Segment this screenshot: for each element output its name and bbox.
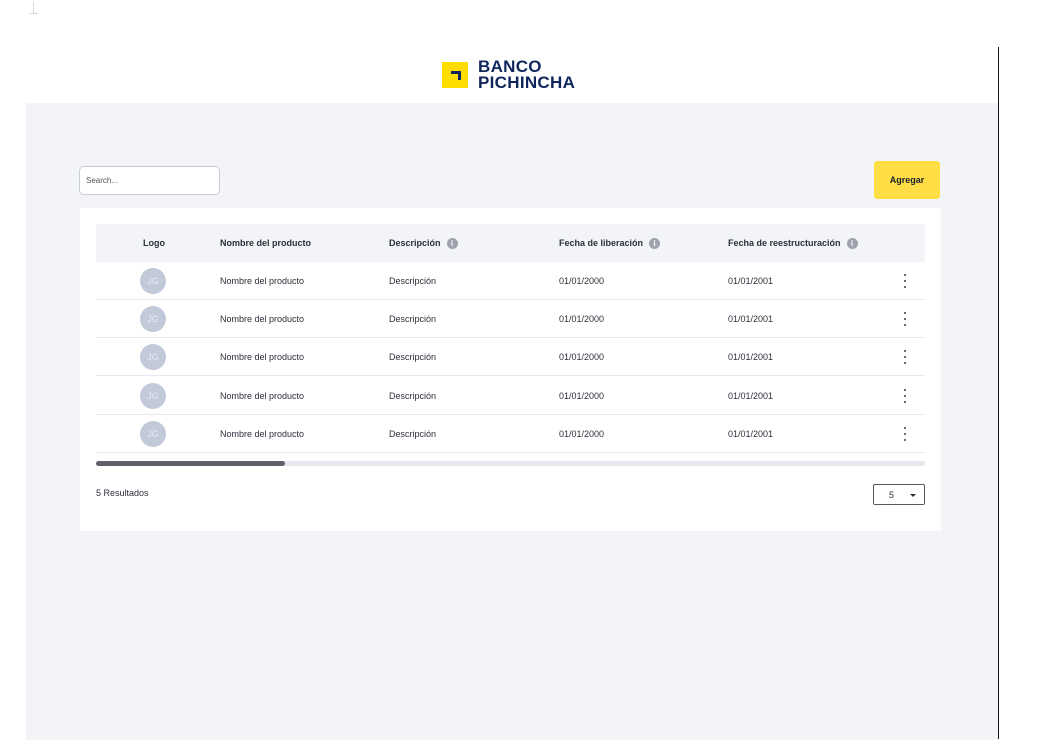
release-date-cell: 01/01/2000 (559, 391, 605, 401)
product-name-cell: Nombre del producto (220, 314, 305, 324)
release-date-cell: 01/01/2000 (559, 352, 605, 362)
restructure-date-cell: 01/01/2001 (728, 391, 774, 401)
add-product-button[interactable]: Agregar (874, 161, 940, 199)
avatar: JG (140, 383, 166, 409)
page-size-value: 5 (889, 490, 895, 500)
banco-pichincha-logo-icon (442, 62, 468, 88)
description-cell: Descripción (389, 352, 437, 362)
page-right-border (998, 47, 999, 739)
more-options-icon[interactable] (902, 350, 908, 364)
horizontal-scrollbar[interactable] (96, 461, 925, 466)
avatar: JG (140, 268, 166, 294)
column-header-logo: Logo (143, 238, 165, 248)
column-header-description: Descripción i (389, 224, 458, 262)
results-count: 5 Resultados (96, 488, 149, 498)
text-cursor-icon (29, 2, 38, 14)
info-icon[interactable]: i (846, 237, 858, 249)
table-row: JG Nombre del producto Descripción 01/01… (96, 338, 925, 376)
avatar: JG (140, 421, 166, 447)
description-cell: Descripción (389, 314, 437, 324)
info-icon[interactable]: i (446, 237, 458, 249)
restructure-date-cell: 01/01/2001 (728, 314, 774, 324)
product-name-cell: Nombre del producto (220, 391, 305, 401)
page-size-select[interactable]: 5 (873, 484, 925, 505)
avatar: JG (140, 306, 166, 332)
column-header-name: Nombre del producto (220, 238, 312, 248)
product-name-cell: Nombre del producto (220, 276, 305, 286)
products-table-card: Logo Nombre del producto Descripción i Fe… (80, 208, 941, 531)
description-cell: Descripción (389, 276, 437, 286)
more-options-icon[interactable] (902, 312, 908, 326)
product-name-cell: Nombre del producto (220, 352, 305, 362)
restructure-date-cell: 01/01/2001 (728, 276, 774, 286)
restructure-date-cell: 01/01/2001 (728, 352, 774, 362)
table-row: JG Nombre del producto Descripción 01/01… (96, 300, 925, 338)
release-date-cell: 01/01/2000 (559, 276, 605, 286)
product-name-cell: Nombre del producto (220, 429, 305, 439)
restructure-date-cell: 01/01/2001 (728, 429, 774, 439)
release-date-cell: 01/01/2000 (559, 429, 605, 439)
table-row: JG Nombre del producto Descripción 01/01… (96, 262, 925, 300)
brand-name-line2: PICHINCHA (478, 73, 576, 92)
search-input[interactable] (79, 166, 220, 195)
more-options-icon[interactable] (902, 389, 908, 403)
table-row: JG Nombre del producto Descripción 01/01… (96, 377, 925, 415)
release-date-cell: 01/01/2000 (559, 314, 605, 324)
description-cell: Descripción (389, 429, 437, 439)
description-cell: Descripción (389, 391, 437, 401)
avatar: JG (140, 344, 166, 370)
brand-logo: BANCO PICHINCHA (442, 55, 575, 95)
chevron-down-icon (910, 494, 916, 497)
table-header: Logo Nombre del producto Descripción i Fe… (96, 224, 925, 262)
more-options-icon[interactable] (902, 274, 908, 288)
info-icon[interactable]: i (649, 237, 661, 249)
column-header-restructure-date: Fecha de reestructuración i (728, 224, 858, 262)
more-options-icon[interactable] (902, 427, 908, 441)
table-row: JG Nombre del producto Descripción 01/01… (96, 415, 925, 453)
scrollbar-thumb[interactable] (96, 461, 285, 466)
column-header-release-date: Fecha de liberación i (559, 224, 661, 262)
